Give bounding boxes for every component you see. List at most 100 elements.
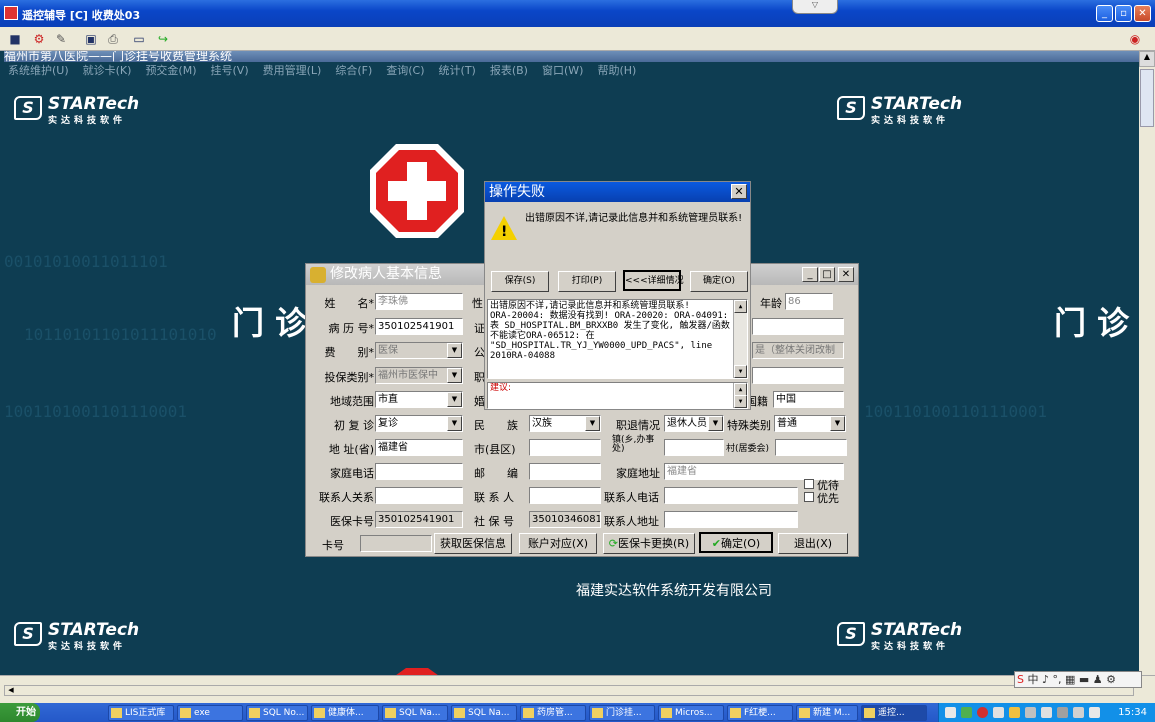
scroll-down-arrow[interactable]: ▼	[734, 365, 747, 378]
tray-icon[interactable]	[993, 707, 1004, 718]
tray-icon[interactable]	[961, 707, 972, 718]
ime-toolbar[interactable]: S 中 ♪ °, ▦ ▬ ♟ ⚙	[1014, 671, 1142, 688]
city-field[interactable]	[529, 439, 601, 456]
chevron-down-icon[interactable]: ▼	[830, 416, 845, 431]
exit-button[interactable]: 退出(X)	[778, 533, 848, 554]
scroll-up-arrow[interactable]: ▲	[734, 300, 747, 313]
horizontal-scrollbar[interactable]: ◀	[4, 685, 1134, 696]
tray-icon[interactable]	[1089, 707, 1100, 718]
stop-icon[interactable]: ■	[6, 30, 24, 48]
record-icon[interactable]: ◉	[1126, 30, 1144, 48]
contactrel-field[interactable]	[375, 487, 463, 504]
chevron-down-icon[interactable]: ▼	[447, 343, 462, 358]
special-select[interactable]: 普通 ▼	[774, 415, 846, 432]
retire-select[interactable]: 退休人员 ▼	[664, 415, 724, 432]
tray-icon[interactable]	[977, 707, 988, 718]
menu-deposit[interactable]: 预交金(M)	[145, 64, 196, 77]
tools-icon[interactable]: ✎	[52, 30, 70, 48]
menu-query[interactable]: 查询(C)	[386, 64, 424, 77]
close-button[interactable]: ✕	[1134, 5, 1151, 22]
chevron-down-icon[interactable]: ▼	[447, 392, 462, 407]
insurance-select[interactable]: 福州市医保中 ▼	[375, 367, 463, 384]
menu-help[interactable]: 帮助(H)	[597, 64, 636, 77]
start-button[interactable]: 开始	[0, 703, 40, 722]
suggestion-scrollbar[interactable]: ▲ ▼	[733, 383, 747, 408]
menu-general[interactable]: 综合(F)	[335, 64, 372, 77]
town-field[interactable]	[664, 439, 724, 456]
task-item[interactable]: 新建 M...	[796, 705, 858, 721]
scroll-down-arrow[interactable]: ▼	[734, 395, 747, 408]
scroll-thumb[interactable]	[1140, 69, 1154, 127]
tray-icon[interactable]	[1041, 707, 1052, 718]
save-button[interactable]: 保存(S)	[491, 271, 549, 292]
task-item[interactable]: exe	[177, 705, 243, 721]
task-item[interactable]: Micros...	[658, 705, 724, 721]
task-item[interactable]: F红梗...	[727, 705, 793, 721]
nation-select[interactable]: 汉族 ▼	[529, 415, 601, 432]
contact-field[interactable]	[529, 487, 601, 504]
error-ok-button[interactable]: 确定(O)	[690, 271, 748, 292]
edit-close-button[interactable]: ✕	[838, 267, 854, 282]
chevron-down-icon[interactable]: ▼	[708, 416, 723, 431]
get-insurance-button[interactable]: 获取医保信息	[434, 533, 512, 554]
restore-button[interactable]: ▫	[1115, 5, 1132, 22]
task-item[interactable]: SQL Na...	[451, 705, 517, 721]
chevron-down-icon[interactable]: ▼	[447, 416, 462, 431]
name-field[interactable]: 李珠佛	[375, 293, 463, 310]
task-item[interactable]: 药房管...	[520, 705, 586, 721]
chevron-down-icon[interactable]: ▼	[447, 368, 462, 383]
card-replace-button[interactable]: ⟳医保卡更换(R)	[603, 533, 695, 554]
socialno-field[interactable]: 350103460811	[529, 511, 601, 528]
ok-button[interactable]: ✔确定(O)	[699, 532, 773, 553]
priority-checkbox[interactable]	[804, 479, 814, 489]
task-item[interactable]: LIS正式库	[108, 705, 174, 721]
menu-report[interactable]: 报表(B)	[490, 64, 528, 77]
task-item-active[interactable]: 遥控...	[861, 705, 927, 721]
homephone-field[interactable]	[375, 463, 463, 480]
save-icon[interactable]: ▣	[82, 30, 100, 48]
scroll-left-arrow[interactable]: ◀	[5, 686, 17, 695]
detail-scrollbar[interactable]: ▲ ▼	[733, 300, 747, 378]
medcard-field[interactable]: 350102541901	[375, 511, 463, 528]
nationality-field[interactable]: 中国	[773, 391, 844, 408]
edit-minimize-button[interactable]: _	[802, 267, 818, 282]
cardno-field[interactable]	[360, 535, 432, 552]
menu-window[interactable]: 窗口(W)	[542, 64, 583, 77]
details-button[interactable]: <<<详细情况	[623, 270, 684, 291]
printer-icon[interactable]: ⎙	[104, 30, 122, 48]
preference-checkbox[interactable]	[804, 492, 814, 502]
village-field[interactable]	[775, 439, 847, 456]
id-field[interactable]	[752, 318, 844, 335]
menu-register[interactable]: 挂号(V)	[211, 64, 249, 77]
menu-fee[interactable]: 费用管理(L)	[263, 64, 322, 77]
region-select[interactable]: 市直 ▼	[375, 391, 463, 408]
feetype-select[interactable]: 医保 ▼	[375, 342, 463, 359]
error-close-button[interactable]: ✕	[731, 184, 747, 199]
print-button[interactable]: 打印(P)	[558, 271, 616, 292]
back-arrow-icon[interactable]: ↪	[154, 30, 172, 48]
remote-dropdown-tab[interactable]: ▽	[792, 0, 838, 14]
postcode-field[interactable]	[529, 463, 601, 480]
chevron-down-icon[interactable]: ▼	[585, 416, 600, 431]
public-field[interactable]: 是（整体关闭改制	[752, 342, 844, 359]
settings-icon[interactable]: ⚙	[30, 30, 48, 48]
account-button[interactable]: 账户对应(X)	[519, 533, 597, 554]
tray-icon[interactable]	[1025, 707, 1036, 718]
address-prov-field[interactable]: 福建省	[375, 439, 463, 456]
task-item[interactable]: 门诊挂...	[589, 705, 655, 721]
menu-system[interactable]: 系统维护(U)	[8, 64, 69, 77]
firstrevisit-select[interactable]: 复诊 ▼	[375, 415, 463, 432]
tray-icon[interactable]	[1057, 707, 1068, 718]
error-detail-textarea[interactable]: 出错原因不详,请记录此信息并和系统管理员联系! ORA-20004: 数据没有找…	[487, 299, 748, 379]
edit-maximize-button[interactable]: □	[819, 267, 835, 282]
record-field[interactable]: 350102541901	[375, 318, 463, 335]
job-field[interactable]	[752, 367, 844, 384]
sogou-ime-icon[interactable]: S	[1017, 673, 1024, 686]
monitor-icon[interactable]: ▭	[130, 30, 148, 48]
contactphone-field[interactable]	[664, 487, 798, 504]
age-field[interactable]: 86	[785, 293, 833, 310]
clock[interactable]: 15:34	[1118, 707, 1147, 718]
menu-stats[interactable]: 统计(T)	[439, 64, 476, 77]
menu-card[interactable]: 就诊卡(K)	[83, 64, 132, 77]
contactaddr-field[interactable]	[664, 511, 798, 528]
